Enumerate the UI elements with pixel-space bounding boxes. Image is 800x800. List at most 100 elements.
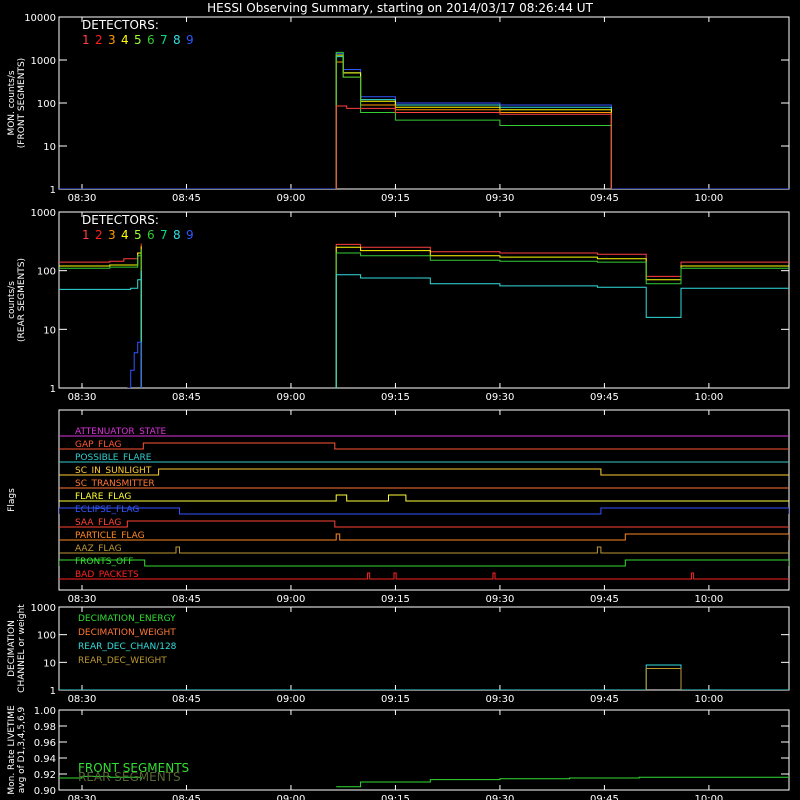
y-tick-label: 1.00 — [34, 706, 56, 717]
x-tick-label: 09:45 — [590, 392, 619, 403]
legend-digit: 3 — [108, 228, 116, 242]
legend-digit: 6 — [147, 33, 155, 47]
x-tick-label: 10:00 — [694, 694, 723, 705]
y-axis-label: DECIMATION — [7, 620, 17, 677]
x-tick-label: 08:45 — [172, 193, 201, 204]
x-tick-label: 10:00 — [694, 193, 723, 204]
flag-label: AAZ_FLAG — [75, 544, 122, 554]
y-tick-label: 10 — [43, 325, 56, 336]
x-tick-label: 08:45 — [172, 594, 201, 605]
x-tick-label: 10:00 — [694, 392, 723, 403]
legend-digit: 6 — [147, 228, 155, 242]
y-tick-label: 100 — [37, 631, 56, 642]
x-tick-label: 09:00 — [277, 392, 306, 403]
flag-label: SC_IN_SUNLIGHT — [75, 466, 152, 476]
chart-title: HESSI Observing Summary, starting on 201… — [207, 1, 593, 15]
y-tick-label: 1 — [50, 185, 56, 196]
legend-digit: 4 — [121, 33, 129, 47]
flag-label: BAD_PACKETS — [75, 570, 139, 580]
legend-item: REAR_DEC_CHAN/128 — [78, 642, 177, 652]
legend-digit: 2 — [95, 33, 103, 47]
y-tick-label: 1000 — [31, 603, 56, 614]
flag-label: SAA_FLAG — [75, 518, 121, 528]
y-tick-label: 0.94 — [34, 754, 56, 765]
x-tick-label: 09:30 — [486, 794, 515, 800]
x-tick-label: 09:30 — [486, 694, 515, 705]
y-axis-label: counts/s — [7, 281, 17, 319]
legend-digit: 8 — [173, 228, 181, 242]
legend-digit: 2 — [95, 228, 103, 242]
y-tick-label: 1000 — [31, 56, 56, 67]
y-axis-label: Mon. Rate LIVETIME — [7, 705, 17, 795]
x-tick-label: 09:15 — [381, 193, 410, 204]
x-tick-label: 09:15 — [381, 594, 410, 605]
y-tick-label: 0.92 — [34, 770, 56, 781]
legend-digit: 1 — [82, 33, 90, 47]
x-tick-label: 10:00 — [694, 794, 723, 800]
x-tick-label: 09:45 — [590, 794, 619, 800]
flag-label: GAP_FLAG — [75, 440, 121, 450]
flag-label: ECLIPSE_FLAG — [75, 505, 139, 515]
x-tick-label: 08:45 — [172, 794, 201, 800]
x-tick-label: 09:30 — [486, 392, 515, 403]
x-tick-label: 09:00 — [277, 694, 306, 705]
x-tick-label: 09:00 — [277, 594, 306, 605]
y-axis-label: (FRONT SEGMENTS) — [17, 58, 27, 148]
x-tick-label: 08:30 — [68, 392, 97, 403]
x-tick-label: 09:15 — [381, 794, 410, 800]
x-tick-label: 09:15 — [381, 392, 410, 403]
flag-label: FLARE_FLAG — [75, 492, 131, 502]
x-tick-label: 08:30 — [68, 193, 97, 204]
legend-digit: 3 — [108, 33, 116, 47]
legend-item: REAR SEGMENTS — [78, 770, 181, 784]
y-tick-label: 10 — [43, 658, 56, 669]
x-tick-label: 09:00 — [277, 193, 306, 204]
legend-digit: 5 — [134, 228, 142, 242]
y-tick-label: 0.98 — [34, 722, 56, 733]
x-tick-label: 09:15 — [381, 694, 410, 705]
x-tick-label: 08:30 — [68, 794, 97, 800]
y-axis-label: (REAR SEGMENTS) — [17, 258, 27, 342]
legend-digit: 8 — [173, 33, 181, 47]
legend-item: DECIMATION_WEIGHT — [78, 628, 176, 638]
y-tick-label: 0.96 — [34, 738, 56, 749]
legend-digit: 7 — [160, 33, 168, 47]
flag-label: ATTENUATOR_STATE — [75, 427, 167, 437]
flag-label: PARTICLE_FLAG — [75, 531, 145, 541]
y-tick-label: 0.90 — [34, 786, 56, 797]
y-axis-label: avg of D1,3,4,5,6,9 — [17, 706, 27, 793]
legend-digit: 5 — [134, 33, 142, 47]
y-axis-label: MON. counts/s — [7, 70, 17, 135]
y-tick-label: 1000 — [31, 208, 56, 219]
legend-digit: 4 — [121, 228, 129, 242]
x-tick-label: 10:00 — [694, 594, 723, 605]
x-tick-label: 09:30 — [486, 193, 515, 204]
x-tick-label: 09:00 — [277, 794, 306, 800]
legend-item: DECIMATION_ENERGY — [78, 614, 176, 624]
x-tick-label: 09:45 — [590, 594, 619, 605]
y-axis-label: Flags — [7, 488, 17, 512]
flag-label: SC_TRANSMITTER — [75, 479, 155, 489]
legend-digit: 1 — [82, 228, 90, 242]
observing-summary-chart: HESSI Observing Summary, starting on 201… — [0, 0, 800, 800]
legend-item: REAR_DEC_WEIGHT — [78, 656, 167, 666]
flag-label: FRONTS_OFF — [75, 557, 133, 567]
x-tick-label: 09:30 — [486, 594, 515, 605]
legend-digit: 9 — [186, 228, 194, 242]
x-tick-label: 08:30 — [68, 594, 97, 605]
legend-title: DETECTORS: — [82, 213, 159, 227]
legend-digit: 9 — [186, 33, 194, 47]
x-tick-label: 08:45 — [172, 694, 201, 705]
y-tick-label: 10000 — [24, 13, 56, 24]
x-tick-label: 08:45 — [172, 392, 201, 403]
y-tick-label: 100 — [37, 267, 56, 278]
legend-title: DETECTORS: — [82, 18, 159, 32]
x-tick-label: 08:30 — [68, 694, 97, 705]
y-tick-label: 1 — [50, 384, 56, 395]
legend-digit: 7 — [160, 228, 168, 242]
x-tick-label: 09:45 — [590, 694, 619, 705]
y-axis-label: CHANNEL or weight — [17, 604, 27, 693]
y-tick-label: 10 — [43, 142, 56, 153]
flag-label: POSSIBLE_FLARE — [75, 453, 152, 463]
x-tick-label: 09:45 — [590, 193, 619, 204]
